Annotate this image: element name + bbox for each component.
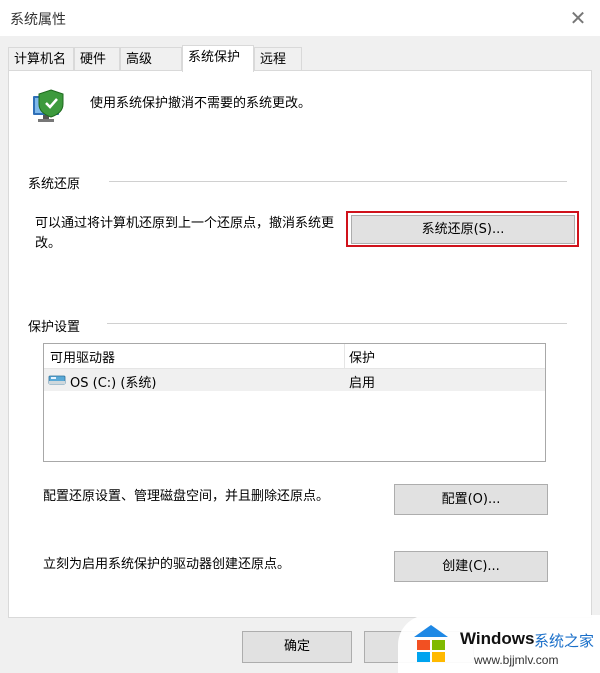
drive-name: OS (C:) (系统) <box>70 376 157 391</box>
column-separator[interactable] <box>344 344 345 368</box>
tab-remote[interactable]: 远程 <box>254 47 302 71</box>
restore-group-label: 系统还原 <box>28 173 81 192</box>
watermark-name: Windows <box>460 629 535 648</box>
configure-description: 配置还原设置、管理磁盘空间，并且删除还原点。 <box>43 489 330 504</box>
configure-button[interactable]: 配置(O)... <box>394 484 548 515</box>
watermark-chinese: 系统之家 <box>534 632 595 650</box>
create-button[interactable]: 创建(C)... <box>394 551 548 582</box>
close-button[interactable]: ✕ <box>564 4 592 32</box>
window-title: 系统属性 <box>10 12 66 28</box>
protection-group-label: 保护设置 <box>28 316 81 335</box>
intro-text: 使用系统保护撤消不需要的系统更改。 <box>90 96 312 111</box>
ok-button[interactable]: 确定 <box>242 631 352 663</box>
title-bar: 系统属性 ✕ <box>0 0 600 36</box>
restore-group-divider <box>109 181 567 182</box>
protection-group-divider <box>107 323 567 324</box>
drive-icon <box>48 375 66 385</box>
column-header-drives[interactable]: 可用驱动器 <box>50 347 115 366</box>
restore-description: 可以通过将计算机还原到上一个还原点，撤消系统更改。 <box>35 216 335 251</box>
tab-hardware[interactable]: 硬件 <box>74 47 120 71</box>
tab-computer-name[interactable]: 计算机名 <box>8 47 74 71</box>
system-protection-shield-icon <box>33 89 64 122</box>
create-description: 立刻为启用系统保护的驱动器创建还原点。 <box>43 557 291 572</box>
watermark-url: www.bjjmlv.com <box>474 653 559 667</box>
windows-logo-icon <box>414 625 448 662</box>
system-restore-button[interactable]: 系统还原(S)... <box>351 215 575 244</box>
site-watermark: Windows 系统之家 www.bjjmlv.com <box>398 615 600 673</box>
drive-list[interactable]: 可用驱动器 保护 OS (C:) (系统) 启用 <box>43 343 546 462</box>
column-header-protection[interactable]: 保护 <box>349 347 375 366</box>
tab-advanced[interactable]: 高级 <box>120 47 182 71</box>
tab-system-protection[interactable]: 系统保护 <box>182 45 254 72</box>
table-row[interactable]: OS (C:) (系统) 启用 <box>44 369 545 391</box>
drive-protection-status: 启用 <box>349 376 376 391</box>
list-header: 可用驱动器 保护 <box>44 344 545 369</box>
